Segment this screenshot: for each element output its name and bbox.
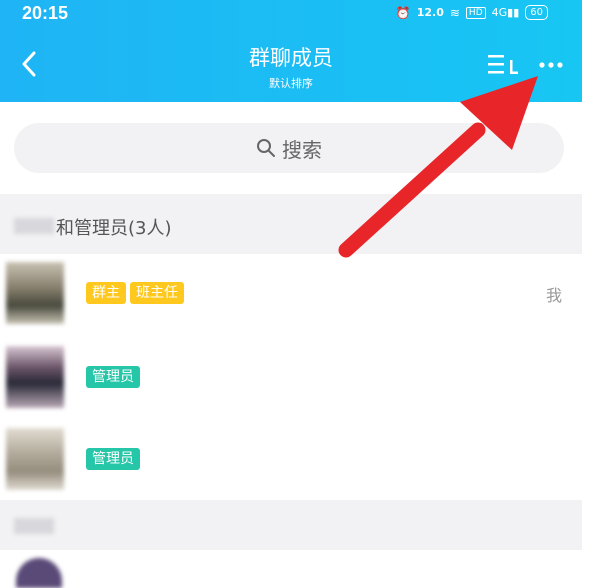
header-bar: 20:15 ⏰ 12.0 ≋ HD 4G▮▮ 60 群聊成员 默认排序	[0, 0, 582, 102]
status-time: 20:15	[22, 3, 69, 23]
member-row[interactable]: 管理员	[0, 338, 582, 420]
more-button[interactable]	[538, 44, 566, 81]
network-speed: 12.0	[416, 6, 444, 19]
network-type: 4G	[491, 6, 508, 19]
search-area: 搜索	[0, 102, 582, 194]
status-icons: ⏰ 12.0 ≋ HD 4G▮▮ 60	[396, 5, 548, 20]
member-row[interactable]: 群主 班主任 我	[0, 254, 582, 336]
hd-icon: HD	[465, 6, 486, 19]
section-header: 和管理员(3人)	[0, 194, 582, 254]
admin-tag: 管理员	[86, 448, 140, 470]
section-header-2	[0, 500, 582, 550]
avatar	[16, 558, 62, 588]
section-title: 和管理员(3人)	[56, 218, 172, 239]
member-row[interactable]: 管理员	[0, 420, 582, 502]
battery-icon: 60	[525, 5, 548, 20]
search-placeholder: 搜索	[282, 137, 322, 162]
avatar	[6, 262, 64, 324]
member-tags: 管理员	[86, 366, 140, 388]
blurred-label	[14, 218, 54, 234]
owner-tag: 群主	[86, 282, 126, 304]
more-icon	[539, 62, 563, 68]
alarm-icon: ⏰	[395, 5, 411, 20]
search-icon	[257, 139, 275, 157]
blurred-label	[14, 518, 54, 534]
signal-icon: 4G▮▮	[491, 6, 520, 19]
admin-tag: 管理员	[86, 366, 140, 388]
self-label: 我	[546, 286, 563, 305]
member-tags: 群主 班主任	[86, 282, 184, 304]
teacher-tag: 班主任	[130, 282, 184, 304]
wifi-icon: ≋	[449, 5, 460, 20]
member-row[interactable]	[0, 550, 582, 588]
sort-button[interactable]	[488, 52, 520, 82]
status-bar: 20:15 ⏰ 12.0 ≋ HD 4G▮▮ 60	[0, 0, 582, 28]
sort-icon	[488, 55, 518, 74]
search-input[interactable]: 搜索	[14, 123, 564, 173]
nav-bar: 群聊成员 默认排序	[0, 36, 582, 100]
member-tags: 管理员	[86, 448, 140, 470]
avatar	[6, 428, 64, 490]
avatar	[6, 346, 64, 408]
